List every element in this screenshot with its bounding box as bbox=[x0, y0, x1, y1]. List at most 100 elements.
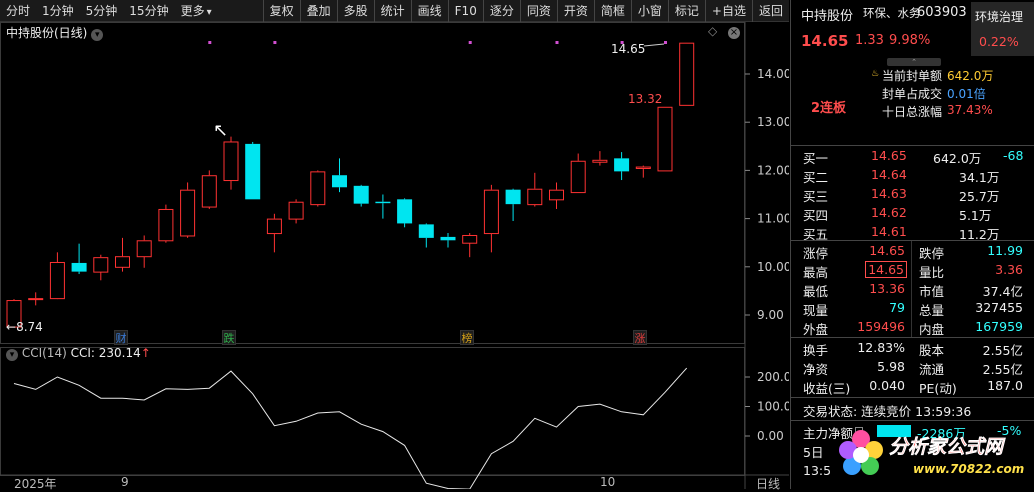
close-chart-button[interactable]: × bbox=[728, 24, 740, 39]
candle-19[interactable] bbox=[418, 223, 434, 248]
stats2-label-2: PE(动) bbox=[919, 381, 957, 396]
toolbar-action-11[interactable]: 标记 bbox=[667, 0, 705, 22]
order-volume: 34.1万 bbox=[959, 170, 1000, 185]
order-label: 买一 bbox=[803, 151, 829, 166]
toolbar-action-6[interactable]: 逐分 bbox=[482, 0, 520, 22]
cci-tick-1: 100.0 bbox=[757, 400, 789, 414]
price-tick-0: 14.00 bbox=[757, 67, 789, 81]
candle-29[interactable] bbox=[635, 165, 651, 178]
price-pct: 9.98% bbox=[889, 33, 931, 48]
order-change: -68 bbox=[1003, 148, 1024, 163]
toolbar-action-10[interactable]: 小窗 bbox=[630, 0, 668, 22]
candle-5[interactable] bbox=[115, 237, 130, 272]
candle-13[interactable] bbox=[288, 199, 304, 224]
candle-9[interactable] bbox=[201, 170, 217, 209]
candle-25[interactable] bbox=[549, 182, 564, 209]
toolbar-action-5[interactable]: F10 bbox=[447, 0, 483, 22]
seal-amount-label: 当前封单额 bbox=[882, 69, 943, 83]
candle-18[interactable] bbox=[397, 198, 413, 228]
kline-chart[interactable]: 14.0013.0012.0011.0010.009.00200.0100.00… bbox=[0, 22, 789, 489]
candle-2[interactable] bbox=[49, 252, 65, 300]
chevron-down-icon[interactable]: ▾ bbox=[91, 29, 104, 41]
event-marker-1[interactable]: 跌 bbox=[222, 330, 236, 345]
candle-30[interactable] bbox=[657, 106, 673, 172]
candle-21[interactable] bbox=[462, 233, 478, 258]
toolbar-action-8[interactable]: 开资 bbox=[556, 0, 594, 22]
toolbar-action-3[interactable]: 统计 bbox=[373, 0, 411, 22]
cci-value: CCI: 230.14 bbox=[70, 346, 141, 360]
candle-10[interactable] bbox=[223, 136, 239, 190]
candle-24[interactable] bbox=[527, 172, 543, 207]
candle-3[interactable] bbox=[71, 243, 87, 275]
candle-16[interactable] bbox=[353, 184, 369, 207]
current-price: 14.65 bbox=[801, 32, 849, 50]
sector-tag: 环境治理 bbox=[975, 10, 1024, 24]
order-row-3[interactable]: 买四 14.62 5.1万 bbox=[791, 204, 1034, 223]
toolbar-action-13[interactable]: 返回 bbox=[751, 0, 789, 22]
candle-8[interactable] bbox=[180, 182, 196, 238]
event-marker-2[interactable]: 榜 bbox=[460, 330, 474, 345]
order-row-1[interactable]: 买二 14.64 34.1万 bbox=[791, 166, 1034, 185]
stats2-value-1: 5.98 bbox=[877, 359, 905, 374]
toolbar-action-1[interactable]: 叠加 bbox=[299, 0, 337, 22]
event-marker-3[interactable]: 涨 bbox=[633, 330, 647, 345]
seal-ratio: 0.01倍 bbox=[947, 87, 986, 101]
stats2-value-2: 2.55亿 bbox=[982, 343, 1023, 358]
candle-15[interactable] bbox=[332, 158, 347, 193]
stats-value-2: 11.99 bbox=[987, 243, 1023, 258]
toolbar-action-9[interactable]: 简框 bbox=[593, 0, 631, 22]
candle-12[interactable] bbox=[266, 213, 282, 253]
candle-22[interactable] bbox=[483, 184, 499, 253]
toolbar-action-7[interactable]: 同资 bbox=[519, 0, 557, 22]
toolbar-action-0[interactable]: 复权 bbox=[262, 0, 300, 22]
candle-26[interactable] bbox=[570, 153, 586, 194]
event-marker-0[interactable]: 财 bbox=[114, 330, 128, 345]
toolbar-item-2[interactable]: 5分钟 bbox=[80, 0, 124, 22]
signal-dot-2 bbox=[468, 41, 472, 44]
candle-20[interactable] bbox=[440, 233, 456, 248]
candle-14[interactable] bbox=[310, 170, 326, 207]
stats-label-2: 跌停 bbox=[919, 246, 945, 261]
candle-4[interactable] bbox=[93, 254, 109, 281]
stats2-value-2: 2.55亿 bbox=[982, 362, 1023, 377]
order-row-2[interactable]: 买三 14.63 25.7万 bbox=[791, 185, 1034, 204]
quote-panel: 中持股份 环保、水务 603903 环境治理 0.22% 14.65 1.33 … bbox=[790, 0, 1034, 489]
stats-value-1: 13.36 bbox=[869, 281, 905, 296]
stats-value-1: 159496 bbox=[857, 319, 905, 334]
candle-23[interactable] bbox=[505, 188, 521, 222]
order-volume: 5.1万 bbox=[959, 208, 992, 223]
stats2-value-1: 12.83% bbox=[857, 340, 905, 355]
low-price-value: 8.74 bbox=[16, 320, 43, 334]
stats-label-2: 总量 bbox=[919, 303, 945, 318]
toolbar-action-12[interactable]: +自选 bbox=[704, 0, 752, 22]
stats-label-1: 最低 bbox=[803, 284, 829, 299]
stock-sector: 环保、水务 bbox=[863, 6, 921, 20]
candle-28[interactable] bbox=[614, 152, 630, 181]
flame-icon: ♨ bbox=[871, 69, 880, 79]
toolbar-action-4[interactable]: 画线 bbox=[410, 0, 448, 22]
candle-17[interactable] bbox=[375, 194, 391, 219]
toolbar-item-1[interactable]: 1分钟 bbox=[36, 0, 80, 22]
order-row-0[interactable]: 买一 14.65 642.0万 -68 bbox=[791, 147, 1034, 166]
stats2-row-1: 净资 5.98 流通 2.55亿 bbox=[791, 358, 1034, 377]
candle-1[interactable] bbox=[28, 292, 44, 306]
candle-27[interactable] bbox=[592, 151, 608, 166]
toolbar-action-2[interactable]: 多股 bbox=[336, 0, 374, 22]
toolbar-item-3[interactable]: 15分钟 bbox=[123, 0, 174, 22]
stats-value-1: 79 bbox=[889, 300, 905, 315]
watermark-name: 分析家公式网 bbox=[889, 436, 1004, 459]
candle-11[interactable] bbox=[245, 141, 261, 200]
order-label: 买四 bbox=[803, 208, 829, 223]
date-label-sep: 9 bbox=[121, 475, 129, 489]
date-label-year: 2025年 bbox=[14, 477, 57, 491]
diamond-icon[interactable]: ◇ bbox=[708, 24, 717, 38]
cci-chevron-icon[interactable]: ▾ bbox=[6, 349, 18, 361]
toolbar-item-4[interactable]: 更多 ▾ bbox=[175, 0, 218, 22]
toolbar-item-0[interactable]: 分时 bbox=[0, 0, 36, 22]
collapse-handle[interactable]: ⌃ bbox=[887, 58, 941, 66]
candle-6[interactable] bbox=[136, 235, 152, 268]
candle-31[interactable] bbox=[679, 42, 695, 106]
candle-7[interactable] bbox=[158, 204, 174, 243]
chart-title-text: 中持股份(日线) bbox=[6, 26, 88, 40]
seal-amount: 642.0万 bbox=[947, 69, 994, 83]
